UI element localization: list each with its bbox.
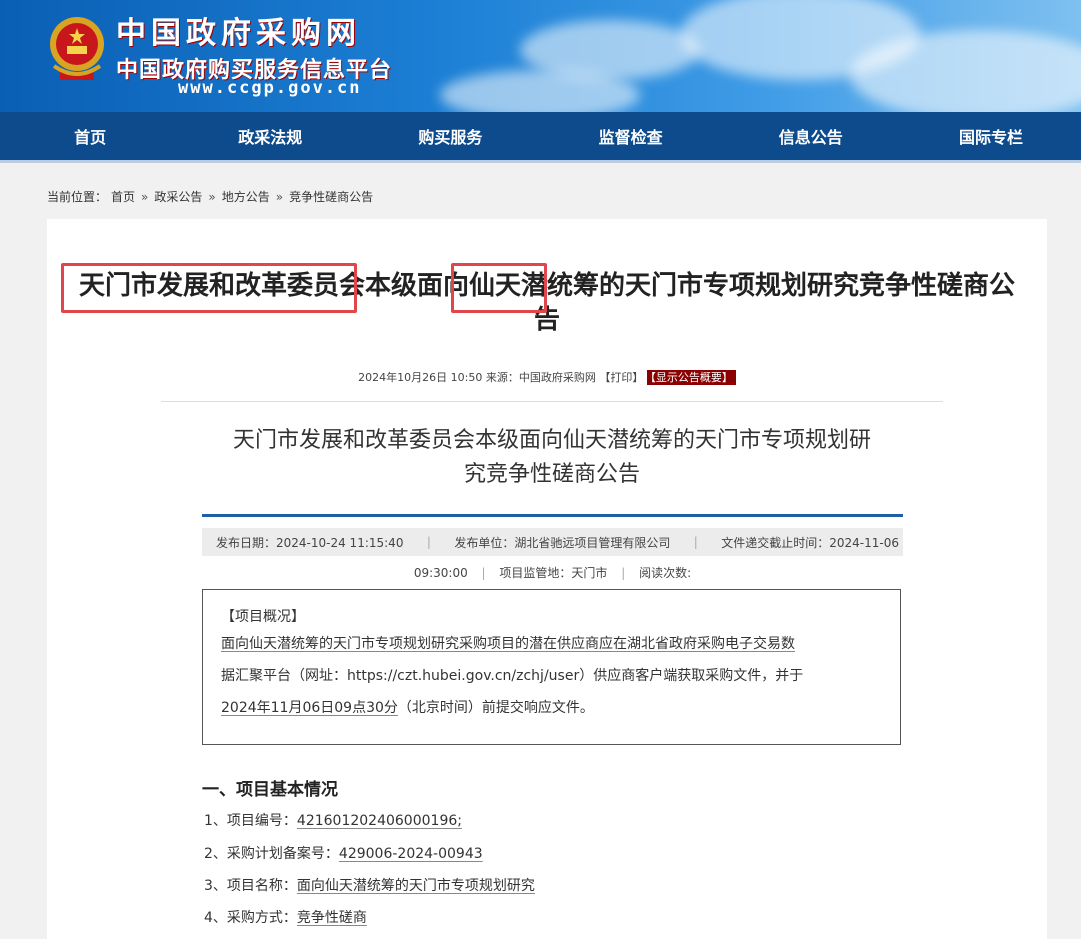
list-item: 4、采购方式：竞争性磋商 xyxy=(204,907,367,927)
nav-item-home[interactable]: 首页 xyxy=(0,112,180,160)
site-banner: 中国政府采购网 中国政府购买服务信息平台 www.ccgp.gov.cn xyxy=(0,0,1081,112)
subtitle-line: 天门市发展和改革委员会本级面向仙天潜统筹的天门市专项规划研 xyxy=(232,428,871,453)
nav-item-purchase-service[interactable]: 购买服务 xyxy=(360,112,540,160)
highlight-box xyxy=(61,263,357,313)
breadcrumb-competitive-consultation[interactable]: 竞争性磋商公告 xyxy=(289,188,373,205)
info-bar: 发布日期：2024-10-24 11:15:40 | 发布单位：湖北省驰远项目管… xyxy=(202,528,903,556)
publisher: 发布单位：湖北省驰远项目管理有限公司 xyxy=(454,535,671,550)
deadline-time: 09:30:00 xyxy=(413,566,468,580)
plan-record-number: 429006-2024-00943 xyxy=(338,846,483,862)
subtitle-line: 究竞争性磋商公告 xyxy=(463,462,640,487)
announcement-subtitle: 天门市发展和改革委员会本级面向仙天潜统筹的天门市专项规划研 究竞争性磋商公告 xyxy=(201,424,903,492)
nav-item-supervision[interactable]: 监督检查 xyxy=(541,112,721,160)
article-card: 天门市发展和改革委员会本级面向仙天潜统筹的天门市专项规划研究竞争性磋商公 告 2… xyxy=(47,219,1047,939)
overview-line: 面向仙天潜统筹的天门市专项规划研究采购项目的潜在供应商应在湖北省政府采购电子交易… xyxy=(221,636,795,652)
breadcrumb-gov-procurement[interactable]: 政采公告 xyxy=(154,188,202,205)
project-number: 421601202406000196; xyxy=(296,813,462,829)
nav-item-international[interactable]: 国际专栏 xyxy=(901,112,1081,160)
item-label: 3、项目名称： xyxy=(204,878,297,894)
title-segment: 统筹的天门市专项规划研究竞争性磋商公 xyxy=(547,271,1016,301)
breadcrumb-prefix: 当前位置： xyxy=(47,190,108,204)
site-url: www.ccgp.gov.cn xyxy=(178,78,362,98)
divider xyxy=(161,401,943,402)
info-row-2: 09:30:00 | 项目监管地：天门市 | 阅读次数: xyxy=(202,564,903,581)
breadcrumb-local[interactable]: 地方公告 xyxy=(222,188,270,205)
item-label: 1、项目编号： xyxy=(204,813,297,829)
breadcrumb-home[interactable]: 首页 xyxy=(111,188,135,205)
breadcrumb-separator: » xyxy=(141,189,149,204)
read-count: 阅读次数: xyxy=(639,566,692,580)
show-summary-button[interactable]: 【显示公告概要】 xyxy=(647,370,736,385)
item-label: 4、采购方式： xyxy=(204,910,297,926)
vertical-separator: | xyxy=(693,535,698,549)
item-label: 2、采购计划备案号： xyxy=(204,846,339,862)
overview-line: 2024年11月06日09点30分（北京时间）前提交响应文件。 xyxy=(221,692,882,724)
list-item: 3、项目名称：面向仙天潜统筹的天门市专项规划研究 xyxy=(204,875,535,895)
highlight-box xyxy=(451,263,547,313)
section-heading: 一、项目基本情况 xyxy=(202,780,338,800)
vertical-separator: | xyxy=(621,566,626,580)
nav-item-announcements[interactable]: 信息公告 xyxy=(721,112,901,160)
meta-text: 2024年10月26日 10:50 来源：中国政府采购网 【打印】 xyxy=(358,371,644,384)
article-meta: 2024年10月26日 10:50 来源：中国政府采购网 【打印】 【显示公告概要… xyxy=(47,369,1047,385)
vertical-separator: | xyxy=(426,535,431,549)
publish-date: 发布日期：2024-10-24 11:15:40 xyxy=(216,535,404,550)
overview-deadline-note: （北京时间）前提交响应文件。 xyxy=(397,700,594,716)
vertical-separator: | xyxy=(481,566,486,580)
breadcrumb-separator: » xyxy=(275,189,284,204)
supervision-location: 项目监管地：天门市 xyxy=(499,566,608,580)
overview-deadline: 2024年11月06日09点30分 xyxy=(221,700,398,716)
nav-item-regulations[interactable]: 政采法规 xyxy=(180,112,360,160)
overview-heading: 【项目概况】 xyxy=(221,609,305,625)
accent-divider xyxy=(202,514,903,517)
overview-line: 据汇聚平台（网址：https://czt.hubei.gov.cn/zchj/u… xyxy=(221,668,804,684)
national-emblem-icon[interactable] xyxy=(46,14,108,84)
site-name: 中国政府采购网 xyxy=(116,16,361,51)
procurement-method: 竞争性磋商 xyxy=(296,910,367,926)
project-name: 面向仙天潜统筹的天门市专项规划研究 xyxy=(296,878,535,894)
breadcrumb: 当前位置： 首页 » 政采公告 » 地方公告 » 竞争性磋商公告 xyxy=(47,188,373,205)
breadcrumb-separator: » xyxy=(208,189,216,204)
list-item: 1、项目编号：421601202406000196; xyxy=(204,810,462,830)
project-overview-box: 【项目概况】 面向仙天潜统筹的天门市专项规划研究采购项目的潜在供应商应在湖北省政… xyxy=(202,589,901,745)
submission-deadline: 文件递交截止时间：2024-11-06 xyxy=(721,535,899,550)
list-item: 2、采购计划备案号：429006-2024-00943 xyxy=(204,843,483,863)
main-nav: 首页 政采法规 购买服务 监督检查 信息公告 国际专栏 xyxy=(0,112,1081,163)
cloud-decoration xyxy=(440,70,640,112)
